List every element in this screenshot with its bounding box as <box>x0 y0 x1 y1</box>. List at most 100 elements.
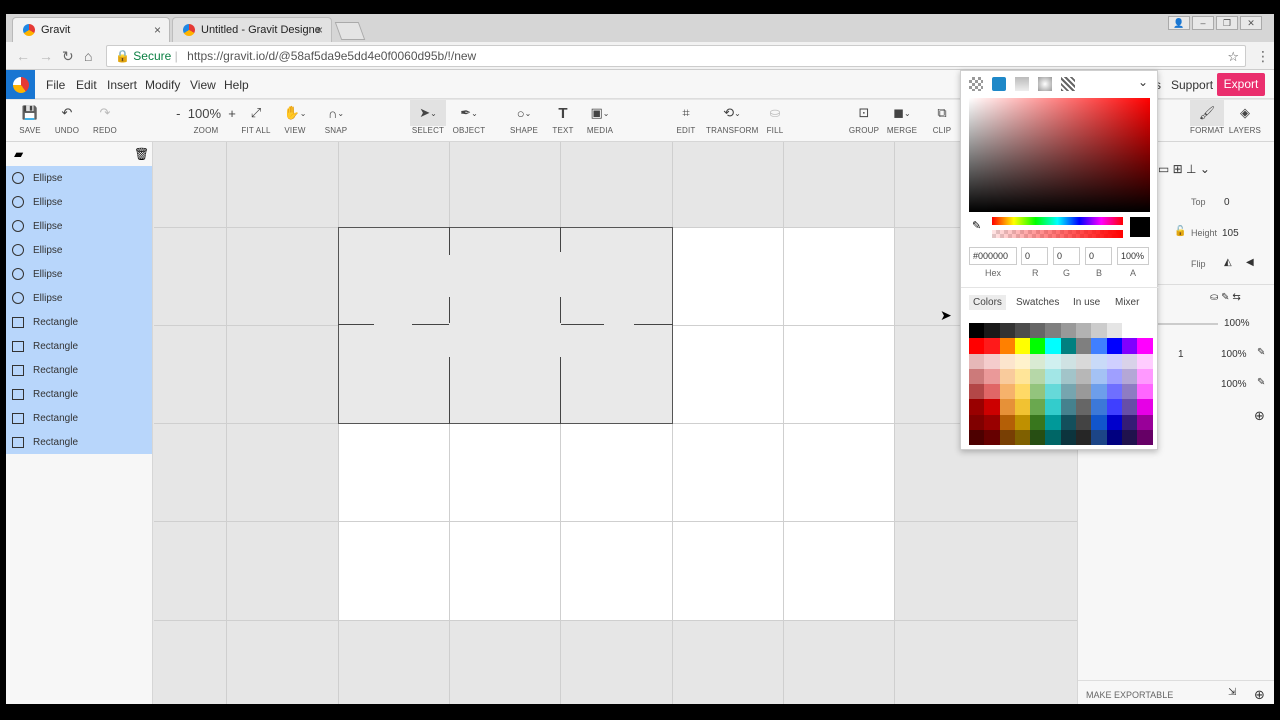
blue-input[interactable]: 0 <box>1085 247 1112 265</box>
color-swatch[interactable] <box>1121 353 1138 369</box>
transform-button[interactable]: ⟲ ⌄ TRANSFORM <box>706 100 758 142</box>
color-swatch[interactable] <box>1045 353 1061 369</box>
color-swatch[interactable] <box>1076 323 1092 339</box>
new-tab-button[interactable] <box>334 22 366 40</box>
layer-row[interactable]: Rectangle <box>6 310 152 334</box>
color-swatch[interactable] <box>1030 414 1046 431</box>
color-swatch[interactable] <box>999 399 1015 415</box>
color-swatch[interactable] <box>1060 414 1077 431</box>
tab-in-use[interactable]: In use <box>1069 295 1104 310</box>
folder-icon[interactable]: ▰ <box>14 147 23 161</box>
color-swatch[interactable] <box>999 384 1015 400</box>
color-swatch[interactable] <box>1030 338 1046 354</box>
color-swatch[interactable] <box>1030 430 1046 446</box>
close-tab-icon[interactable]: × <box>154 23 161 37</box>
color-swatch[interactable] <box>1014 399 1031 415</box>
restore-icon[interactable]: ❐ <box>1216 16 1238 30</box>
tab-colors[interactable]: Colors <box>969 295 1006 310</box>
layer-row[interactable]: Ellipse <box>6 286 152 310</box>
support-link[interactable]: Support <box>1171 78 1213 92</box>
color-swatch[interactable] <box>999 414 1015 431</box>
color-swatch[interactable] <box>969 323 985 339</box>
snap-button[interactable]: ∩ ⌄ SNAP <box>321 100 351 142</box>
hex-input[interactable]: #000000 <box>969 247 1017 265</box>
color-swatch[interactable] <box>1076 338 1092 354</box>
browser-tab-untitled[interactable]: Untitled - Gravit Designe × <box>172 17 332 42</box>
close-tab-icon[interactable]: × <box>316 23 323 37</box>
color-swatch[interactable] <box>969 414 985 431</box>
color-swatch[interactable] <box>1106 368 1122 385</box>
color-swatch[interactable] <box>1030 399 1046 415</box>
color-swatch[interactable] <box>984 414 1000 431</box>
green-input[interactable]: 0 <box>1053 247 1080 265</box>
fill-button[interactable]: ⛀ FILL <box>763 100 787 142</box>
save-button[interactable]: 💾 SAVE <box>16 100 44 142</box>
layer-row[interactable]: Rectangle <box>6 430 152 454</box>
clip-button[interactable]: ⧉ CLIP <box>930 100 954 142</box>
color-swatch[interactable] <box>1121 414 1138 431</box>
redo-button[interactable]: ↷ REDO <box>90 100 120 142</box>
color-swatch[interactable] <box>1076 399 1092 415</box>
text-tool[interactable]: T TEXT <box>549 100 577 142</box>
color-swatch[interactable] <box>1121 399 1138 415</box>
color-swatch[interactable] <box>1121 323 1138 339</box>
zoom-out-button[interactable]: - <box>176 106 180 121</box>
color-swatch[interactable] <box>984 399 1000 415</box>
menu-help[interactable]: Help <box>224 78 249 92</box>
color-swatch[interactable] <box>999 430 1015 446</box>
zoom-value[interactable]: - 100% + <box>174 100 238 126</box>
fill-opacity-input[interactable]: 100% <box>1221 379 1247 390</box>
flip-vertical-icon[interactable]: ◀ <box>1246 257 1254 268</box>
color-swatch[interactable] <box>1014 430 1031 446</box>
eyedropper-icon[interactable]: ✎ <box>972 219 981 232</box>
menu-insert[interactable]: Insert <box>107 78 137 92</box>
color-swatch[interactable] <box>969 384 985 400</box>
color-swatch[interactable] <box>1106 384 1122 400</box>
edit-button[interactable]: ⌗ EDIT <box>672 100 700 142</box>
zoom-input[interactable]: 100% <box>188 106 221 121</box>
color-swatch[interactable] <box>1106 353 1122 369</box>
color-swatch[interactable] <box>1045 399 1061 415</box>
top-input[interactable]: 0 <box>1224 197 1230 208</box>
color-swatch[interactable] <box>984 338 1000 354</box>
color-swatch[interactable] <box>1137 399 1153 415</box>
hue-slider[interactable] <box>992 217 1123 225</box>
color-swatch[interactable] <box>1060 323 1077 339</box>
align-icons[interactable]: ▭ ⊞ ⊥ ⌄ <box>1158 162 1210 176</box>
color-swatch[interactable] <box>984 368 1000 385</box>
color-swatch[interactable] <box>1091 338 1107 354</box>
user-profile-icon[interactable]: 👤 <box>1168 16 1190 30</box>
color-swatch[interactable] <box>1137 414 1153 431</box>
lock-ratio-icon[interactable]: 🔓 <box>1174 226 1186 237</box>
color-swatch[interactable] <box>1106 399 1122 415</box>
transparent-fill-icon[interactable] <box>969 77 983 91</box>
menu-view[interactable]: View <box>190 78 216 92</box>
color-swatch[interactable] <box>984 384 1000 400</box>
alpha-slider[interactable] <box>992 230 1123 238</box>
minimize-icon[interactable]: – <box>1192 16 1214 30</box>
layer-row[interactable]: Rectangle <box>6 358 152 382</box>
color-swatch[interactable] <box>1014 414 1031 431</box>
red-input[interactable]: 0 <box>1021 247 1048 265</box>
color-swatch[interactable] <box>984 353 1000 369</box>
color-swatch[interactable] <box>1076 414 1092 431</box>
opacity-slider[interactable] <box>1158 323 1218 325</box>
layer-row[interactable]: Rectangle <box>6 406 152 430</box>
media-tool[interactable]: ▣ ⌄ MEDIA <box>585 100 615 142</box>
color-swatch[interactable] <box>1091 368 1107 385</box>
opacity-value[interactable]: 100% <box>1224 318 1250 329</box>
export-settings-icon[interactable]: ⇲ <box>1228 687 1236 698</box>
color-swatch[interactable] <box>1030 384 1046 400</box>
radial-gradient-icon[interactable] <box>1038 77 1052 91</box>
fit-all-button[interactable]: ⤢ FIT ALL <box>240 100 272 142</box>
color-swatch[interactable] <box>1137 323 1153 339</box>
menu-file[interactable]: File <box>46 78 65 92</box>
forward-icon[interactable]: → <box>39 48 53 64</box>
color-swatch[interactable] <box>969 353 985 369</box>
color-swatch[interactable] <box>1045 323 1061 339</box>
color-swatch[interactable] <box>1121 338 1138 354</box>
merge-button[interactable]: ◼ ⌄ MERGE <box>886 100 918 142</box>
back-icon[interactable]: ← <box>16 48 30 64</box>
color-swatch[interactable] <box>1030 353 1046 369</box>
color-swatch[interactable] <box>1060 338 1077 354</box>
